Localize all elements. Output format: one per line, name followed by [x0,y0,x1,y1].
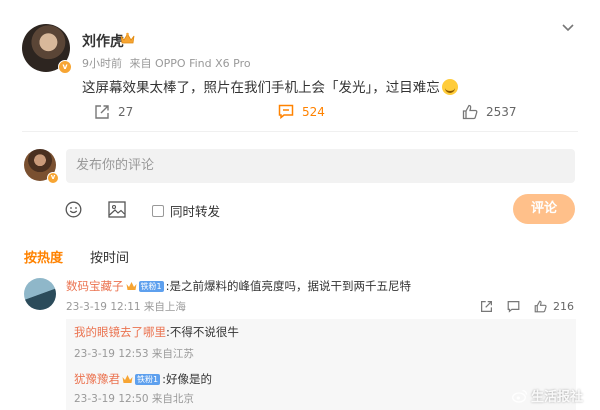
emoji-icon[interactable] [65,201,82,218]
comment-actions: 216 [480,300,574,313]
comment-time: 23-3-19 12:11 来自上海 [66,301,186,313]
repost-count: 27 [118,105,134,119]
fan-badge: 铁粉1 [135,373,161,385]
verified-badge-icon: v [58,60,72,74]
commenter-name[interactable]: 数码宝藏子 [66,278,124,294]
reply-text: :不得不说很牛 [166,325,239,339]
like-button[interactable]: 2537 [462,104,517,120]
divider [22,131,578,132]
author-name[interactable]: 刘作虎 [82,31,124,51]
verified-badge-icon: v [47,172,59,184]
reply-time: 23-3-19 12:53 来自江苏 [74,348,194,360]
comment-icon [278,104,294,119]
post-source: 来自 OPPO Find X6 Pro [129,57,251,70]
reply-user[interactable]: 犹豫豫君 [74,371,120,387]
reply-item: 犹豫豫君 铁粉1 :好像是的 [74,371,212,387]
reply-time-row: 23-3-19 12:50 来自北京 [74,391,194,406]
repost-button[interactable]: 27 [94,104,133,120]
post-time[interactable]: 9小时前 [82,57,122,70]
comment-text: :是之前爆料的峰值亮度吗，据说干到两千五尼特 [165,279,411,293]
repost-icon[interactable] [480,300,493,313]
post-text-body: 这屏幕效果太棒了，照片在我们手机上会「发光」，过目难忘 [82,80,440,96]
checkbox-box[interactable] [152,204,164,217]
like-count: 2537 [486,105,517,119]
reply-time: 23-3-19 12:50 来自北京 [74,393,194,405]
chevron-down-icon[interactable] [562,24,574,32]
weibo-post: v 刘作虎 9小时前 来自 OPPO Find X6 Pro 这屏幕效果太棒了，… [0,0,600,132]
weibo-logo-icon [512,389,528,403]
grin-emoji-icon [441,79,458,95]
submit-comment-button[interactable]: 评论 [513,194,575,224]
post-actions: 27 524 2537 [0,104,600,122]
post-meta: 9小时前 来自 OPPO Find X6 Pro [82,55,255,71]
watermark-text: 生活报社 [531,390,584,405]
post-text: 这屏幕效果太棒了，照片在我们手机上会「发光」，过目难忘 [82,76,458,96]
comment-input[interactable]: 发布你的评论 [66,149,575,183]
repost-checkbox-label: 同时转发 [170,204,221,219]
fan-badge: 铁粉1 [138,280,164,292]
reply-text: :好像是的 [162,372,212,386]
comment-icon[interactable] [507,300,520,313]
reply-item: 我的眼镜去了哪里 :不得不说很牛 [74,324,239,340]
thumbs-up-icon [462,104,478,120]
my-avatar[interactable]: v [24,149,59,184]
commenter-avatar[interactable] [24,278,56,310]
repost-checkbox[interactable]: 同时转发 [152,201,220,220]
author-avatar[interactable]: v [22,24,72,74]
reply-user[interactable]: 我的眼镜去了哪里 [74,324,166,340]
reply-time-row: 23-3-19 12:53 来自江苏 [74,346,194,361]
crown-icon [126,282,136,290]
watermark: 生活报社 [512,386,583,405]
tab-sort-time[interactable]: 按时间 [90,247,129,266]
comment-line: 数码宝藏子 铁粉1 :是之前爆料的峰值亮度吗，据说干到两千五尼特 [66,278,411,294]
reply-list: 我的眼镜去了哪里 :不得不说很牛 23-3-19 12:53 来自江苏 犹豫豫君… [66,319,576,410]
comment-count: 524 [302,104,325,119]
repost-icon [95,105,109,119]
crown-icon [120,32,135,44]
crown-icon [122,375,133,383]
comment-composer: v 发布你的评论 同时转发 评论 [0,140,600,230]
tab-sort-hot[interactable]: 按热度 [24,247,63,266]
image-icon[interactable] [108,201,126,218]
comment-like-count: 216 [553,300,574,313]
comment-button[interactable]: 524 [278,104,325,119]
thumbs-up-icon[interactable] [534,300,547,313]
